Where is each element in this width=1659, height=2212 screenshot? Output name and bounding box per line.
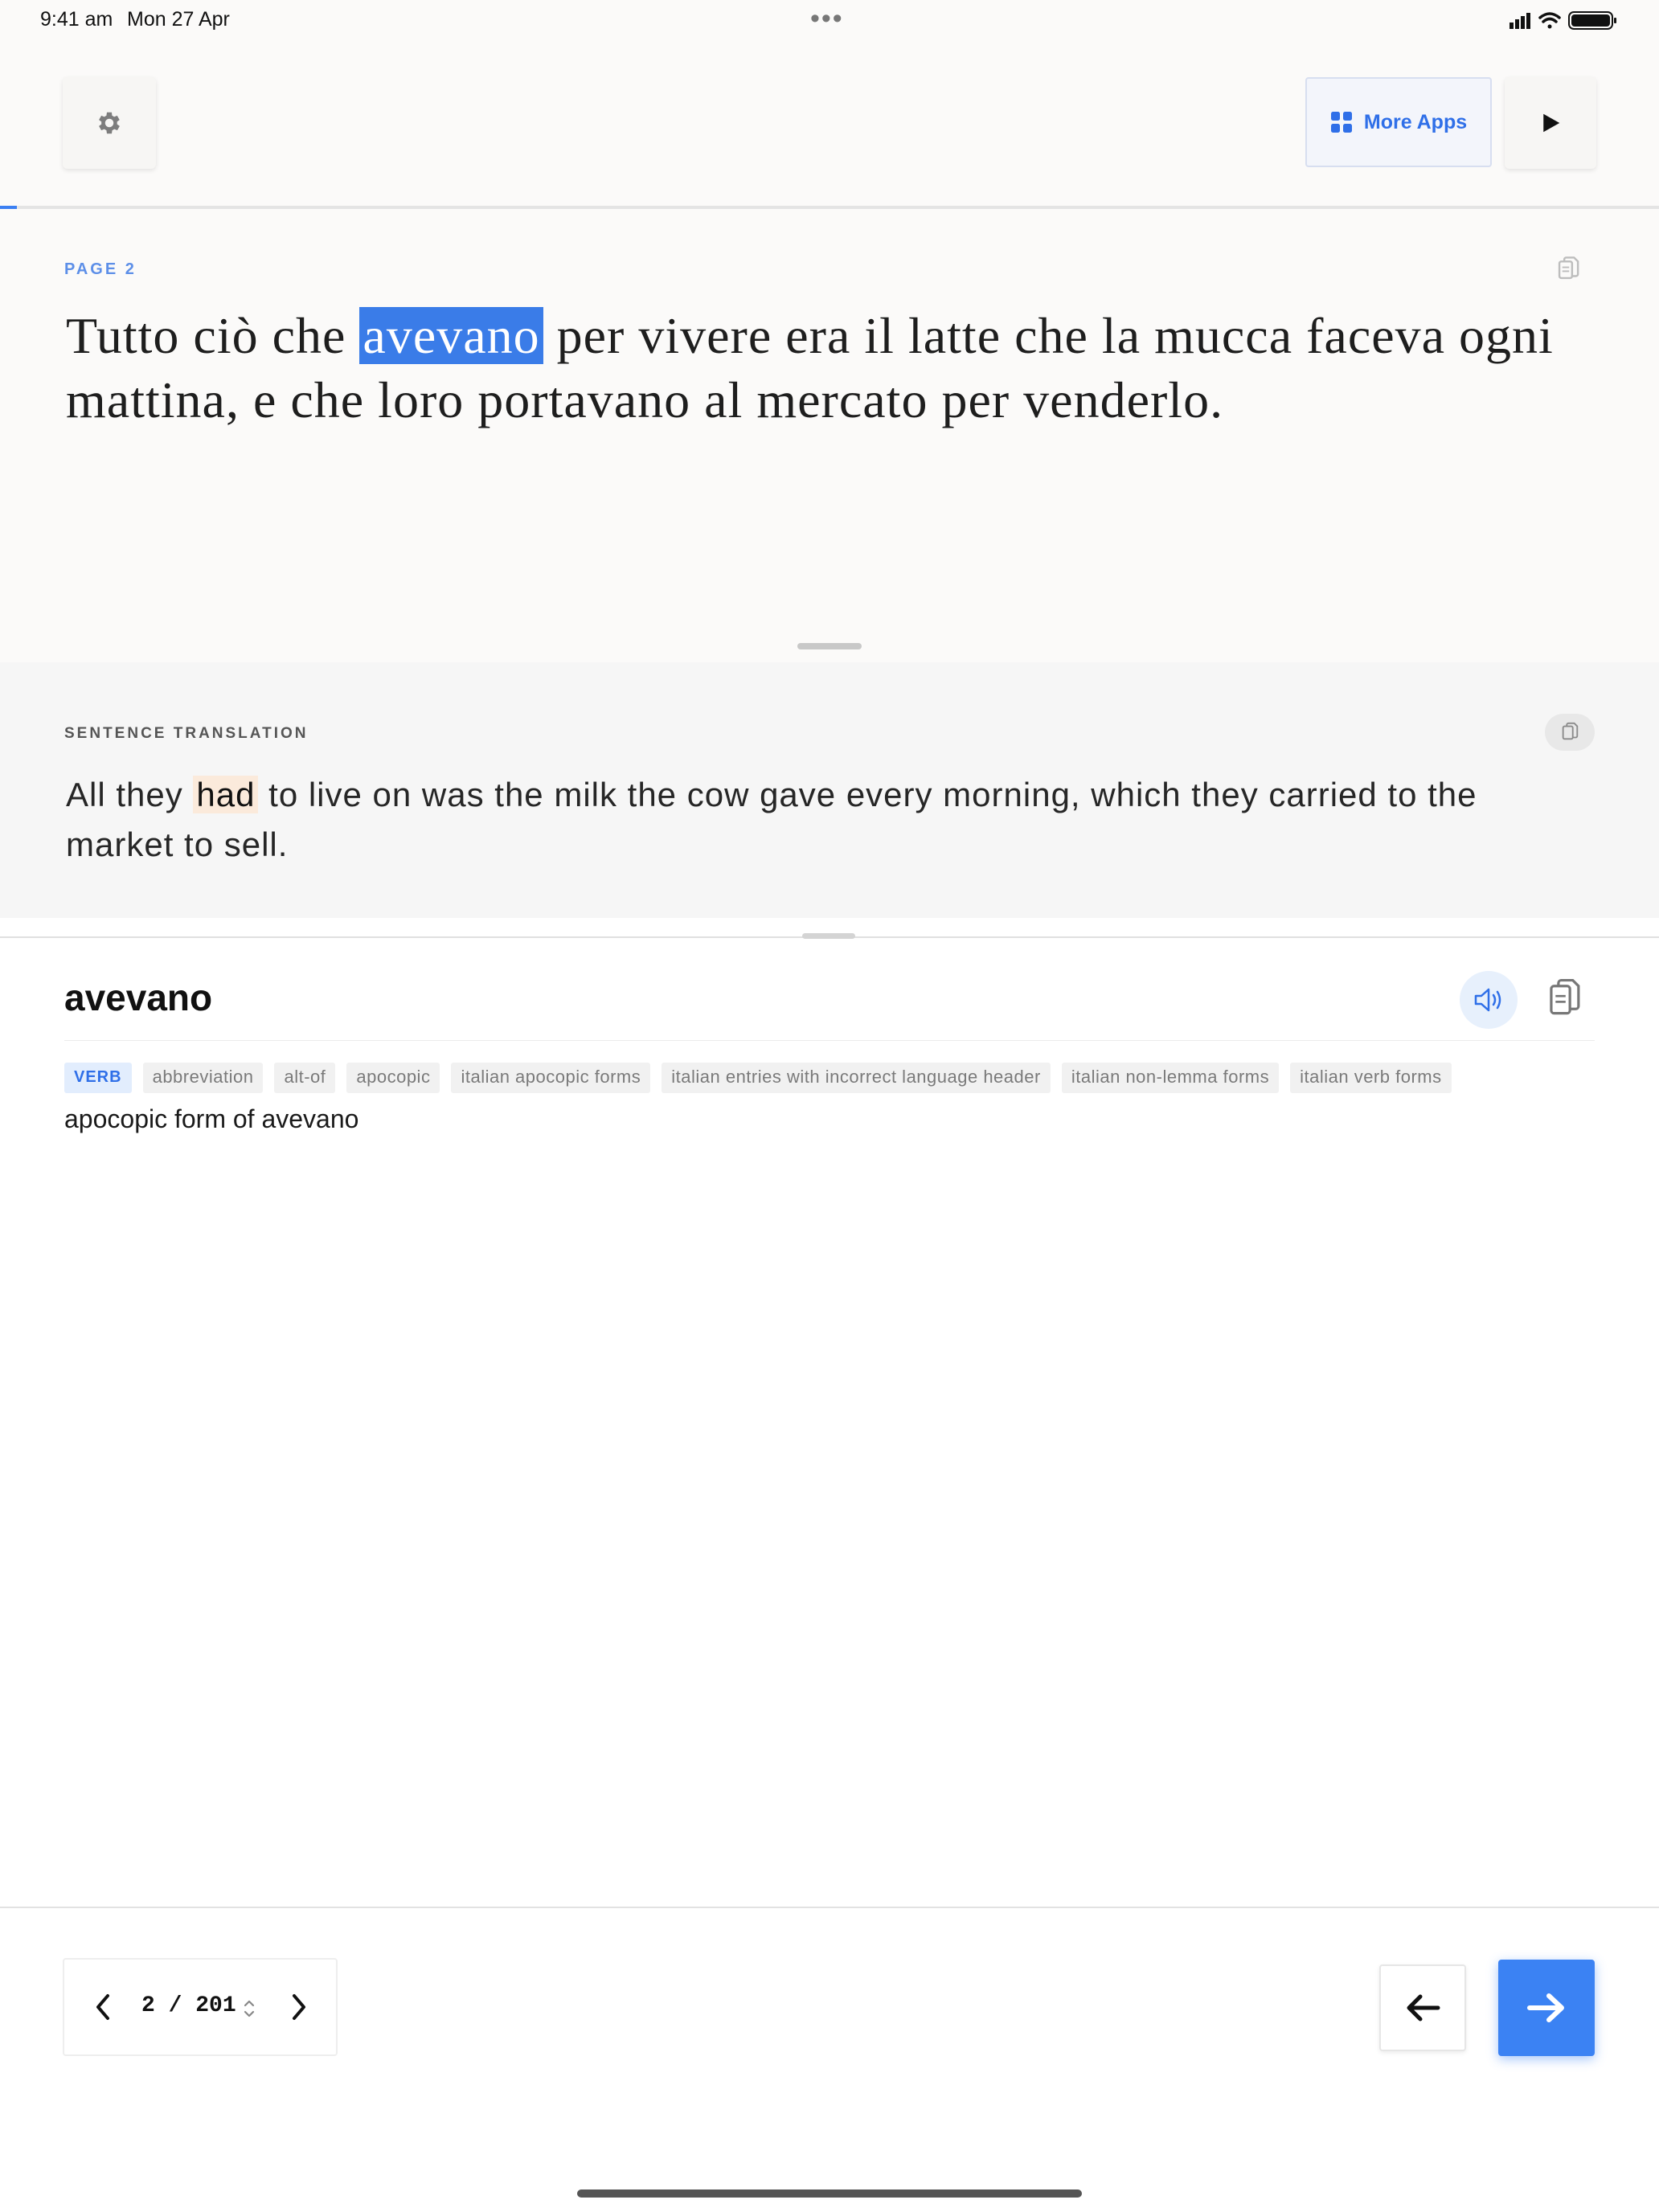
play-icon <box>1543 113 1560 133</box>
tag: abbreviation <box>142 1063 264 1093</box>
tag: alt-of <box>274 1063 336 1093</box>
settings-button[interactable] <box>63 77 156 169</box>
current-page: 2 <box>141 1993 155 2018</box>
translation-label: SENTENCE TRANSLATION <box>64 725 309 742</box>
tag: italian apocopic forms <box>451 1063 651 1093</box>
arrow-right-icon <box>1527 1993 1564 2022</box>
translation-before: All they <box>66 776 194 813</box>
tag: italian non-lemma forms <box>1061 1063 1280 1093</box>
chevron-left-icon <box>96 1994 109 2020</box>
status-icons <box>1509 11 1616 30</box>
selected-word[interactable]: avevano <box>359 307 543 364</box>
dictionary-headword: avevano <box>64 977 213 1018</box>
copy-word-icon[interactable] <box>1546 977 1582 1018</box>
speaker-icon <box>1474 988 1501 1012</box>
tag: apocopic <box>346 1063 440 1093</box>
bottom-divider <box>0 1907 1659 1908</box>
chevron-updown-icon[interactable] <box>241 1997 257 2021</box>
tag: italian entries with incorrect language … <box>662 1063 1051 1093</box>
multitasking-dots[interactable]: ••• <box>810 3 844 35</box>
home-indicator[interactable] <box>577 2189 1082 2198</box>
wifi-icon <box>1538 12 1561 29</box>
dictionary-drag-handle[interactable] <box>802 933 855 939</box>
next-page-button[interactable] <box>281 1984 317 2030</box>
translation-highlight: had <box>193 776 259 813</box>
battery-icon <box>1568 11 1616 30</box>
reading-panel <box>0 209 1659 662</box>
signal-icon <box>1509 13 1530 29</box>
gear-icon <box>99 112 120 134</box>
translation-text: All they had to live on was the milk the… <box>66 770 1593 870</box>
tag-list: VERB abbreviation alt-of apocopic italia… <box>64 1063 1640 1093</box>
tag: italian verb forms <box>1290 1063 1452 1093</box>
next-sentence-button[interactable] <box>1498 1960 1595 2056</box>
more-apps-label: More Apps <box>1363 110 1468 133</box>
page-separator: / <box>168 1993 182 2018</box>
tag-part-of-speech: VERB <box>64 1063 132 1093</box>
page-label: PAGE 2 <box>64 260 137 278</box>
translation-after: to live on was the milk the cow gave eve… <box>66 776 1477 863</box>
more-apps-button[interactable]: More Apps <box>1305 77 1492 167</box>
pronounce-button[interactable] <box>1460 971 1518 1029</box>
play-button[interactable] <box>1505 77 1596 169</box>
panel-drag-handle[interactable] <box>797 643 862 649</box>
copy-icon <box>1562 722 1579 740</box>
status-time: 9:41 am <box>40 8 113 31</box>
page-indicator[interactable]: 2 / 201 <box>141 1993 236 2018</box>
dictionary-divider <box>64 1040 1595 1041</box>
previous-sentence-button[interactable] <box>1379 1964 1466 2051</box>
copy-page-icon[interactable] <box>1556 256 1580 283</box>
copy-translation-button[interactable] <box>1545 714 1595 751</box>
total-pages: 201 <box>195 1993 236 2018</box>
definition-text: apocopic form of avevano <box>64 1104 359 1133</box>
sentence-before: Tutto ciò che <box>66 307 360 364</box>
grid-icon <box>1330 112 1352 133</box>
source-sentence: Tutto ciò che avevano per vivere era il … <box>66 304 1561 432</box>
arrow-left-icon <box>1407 1994 1440 2022</box>
previous-page-button[interactable] <box>85 1984 121 2030</box>
status-date: Mon 27 Apr <box>127 8 230 31</box>
chevron-right-icon <box>293 1994 305 2020</box>
